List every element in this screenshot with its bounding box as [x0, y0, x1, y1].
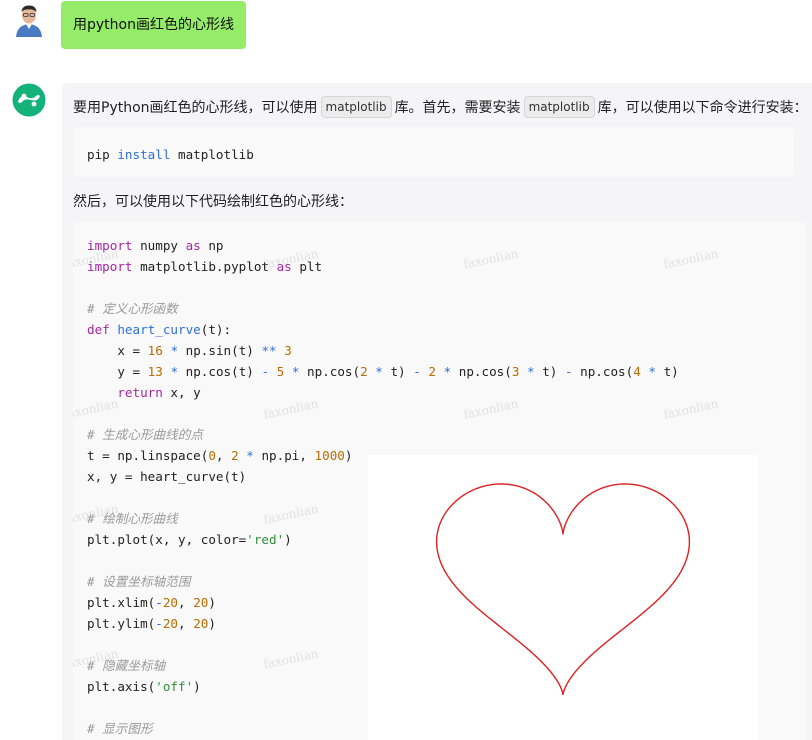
- intro-text-part3: 库，可以使用以下命令进行安装：: [597, 100, 808, 116]
- code-line: import numpy as np: [87, 238, 224, 253]
- user-message-bubble: 用python画红色的心形线: [61, 1, 246, 49]
- intro-text-part2: 库。首先，需要安装: [394, 100, 521, 116]
- code-line: return x, y: [117, 385, 201, 400]
- code-line: # 定义心形函数: [87, 301, 178, 316]
- intro-text-part1: 要用Python画红色的心形线，可以使用: [73, 100, 318, 116]
- install-code-block: pip install matplotlib: [73, 127, 794, 177]
- user-message-row: 用python画红色的心形线: [0, 0, 812, 66]
- code-line: x = 16 * np.sin(t) ** 3: [87, 343, 292, 358]
- inline-code-matplotlib: matplotlib: [320, 96, 392, 118]
- heart-curve: [435, 483, 691, 696]
- code-line: y = 13 * np.cos(t) - 5 * np.cos(2 * t) -…: [87, 364, 679, 379]
- inline-code-matplotlib-2: matplotlib: [523, 96, 595, 118]
- heart-plot-svg: [435, 483, 691, 696]
- assistant-intro-text: 要用Python画红色的心形线，可以使用 matplotlib 库。首先，需要安装 m…: [73, 95, 808, 121]
- code-line: # 生成心形曲线的点: [87, 427, 203, 442]
- install-command: pip install matplotlib: [87, 147, 254, 162]
- user-avatar: [12, 3, 46, 37]
- code-line: def heart_curve(t):: [87, 322, 232, 337]
- then-text: 然后，可以使用以下代码绘制红色的心形线：: [73, 194, 353, 210]
- code-line: import matplotlib.pyplot as plt: [87, 259, 323, 274]
- assistant-logo-icon: [12, 83, 46, 117]
- heart-plot-output: [368, 455, 758, 740]
